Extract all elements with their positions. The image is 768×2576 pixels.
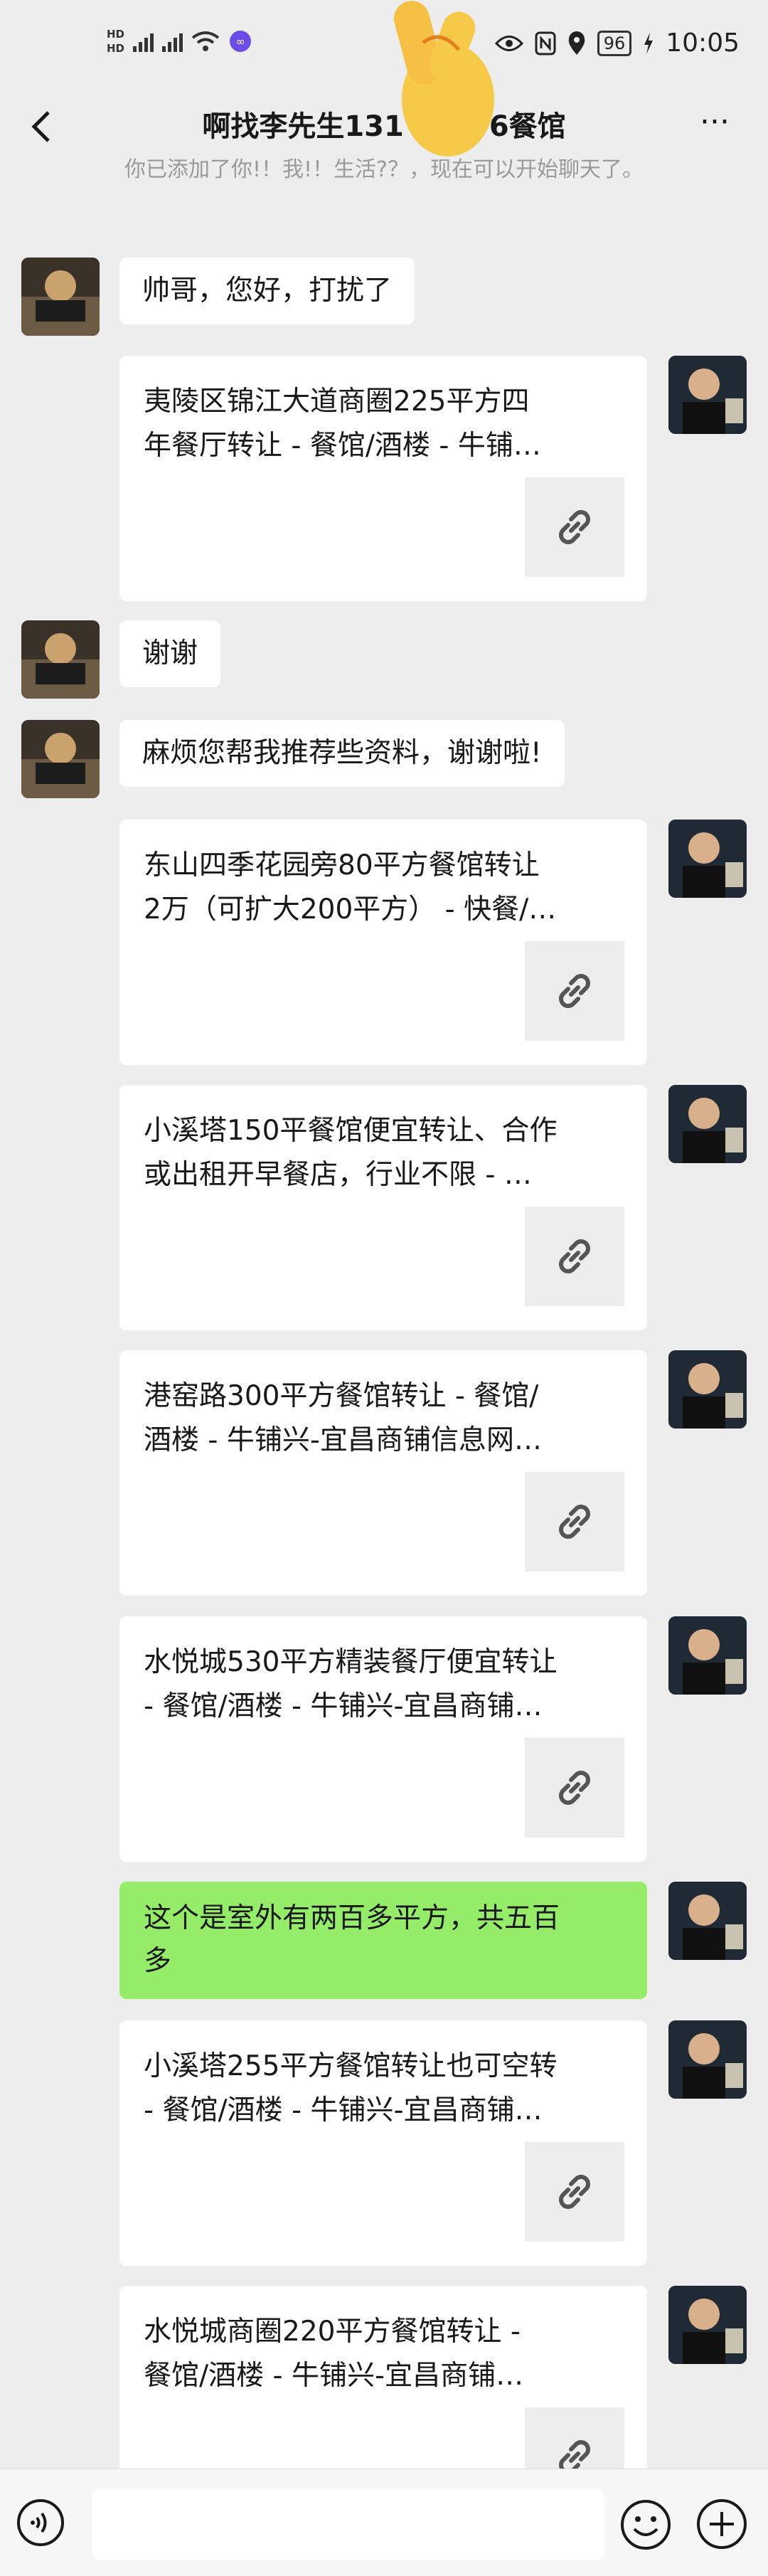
contact-avatar[interactable] — [21, 720, 100, 798]
system-tip: 你已添加了你!！我!！生活?？，现在可以开始聊天了。 — [124, 157, 644, 182]
system-indicators: 96 10:05 — [494, 28, 740, 58]
input-bar — [0, 2469, 768, 2576]
link-card[interactable]: 港窑路300平方餐馆转让 - 餐馆/酒楼 - 牛铺兴-宜昌商铺信息网… — [119, 1350, 647, 1596]
wifi-icon — [191, 31, 220, 51]
my-avatar[interactable] — [668, 1882, 747, 1960]
link-icon — [525, 2142, 624, 2242]
hd-badge: HD — [107, 42, 125, 55]
battery-level: 96 — [597, 30, 632, 56]
more-icon[interactable]: ··· — [690, 105, 740, 148]
link-card[interactable]: 小溪塔255平方餐馆转让也可空转 - 餐馆/酒楼 - 牛铺兴-宜昌商铺… — [119, 2020, 647, 2266]
signal-icon — [162, 31, 183, 52]
signal-icon — [133, 31, 154, 52]
charging-icon — [644, 32, 654, 54]
hd-badges: HD HD — [107, 27, 124, 55]
emoji-icon[interactable] — [619, 2498, 673, 2552]
my-avatar[interactable] — [668, 2020, 747, 2099]
contact-avatar[interactable] — [21, 620, 100, 699]
my-avatar[interactable] — [668, 1350, 747, 1429]
link-card[interactable]: 夷陵区锦江大道商圈225平方四 年餐厅转让 - 餐馆/酒楼 - 牛铺… — [119, 356, 647, 601]
my-avatar[interactable] — [668, 2286, 747, 2364]
message-bubble[interactable]: 谢谢 — [119, 620, 221, 687]
message-input[interactable] — [92, 2489, 604, 2560]
link-icon — [525, 477, 624, 577]
sent-message-line: 多 — [144, 1945, 172, 1977]
network-indicators: HD HD ∞ — [107, 27, 252, 55]
link-card-title: 东山四季花园旁80平方餐馆转让 2万（可扩大200平方） - 快餐/… — [144, 849, 557, 926]
link-card[interactable]: 水悦城530平方精装餐厅便宜转让 - 餐馆/酒楼 - 牛铺兴-宜昌商铺… — [119, 1616, 647, 1862]
link-icon — [525, 1472, 624, 1571]
sent-message-line: 这个是室外有两百多平方，共五百 — [144, 1902, 560, 1934]
hd-badge: HD — [107, 28, 125, 41]
app-notification-icon: ∞ — [230, 31, 252, 52]
link-card-title: 水悦城商圈220平方餐馆转让 - 餐馆/酒楼 - 牛铺兴-宜昌商铺… — [144, 2316, 524, 2392]
link-icon — [525, 941, 624, 1041]
message-bubble[interactable]: 麻烦您帮我推荐些资料，谢谢啦! — [119, 720, 565, 787]
message-bubble[interactable]: 帅哥，您好，打扰了 — [119, 258, 415, 324]
contact-avatar[interactable] — [21, 258, 100, 336]
link-card-title: 港窑路300平方餐馆转让 - 餐馆/酒楼 - 牛铺兴-宜昌商铺信息网… — [144, 1380, 542, 1456]
chat-title-text: 啊找李先生131 — [202, 110, 404, 143]
link-card[interactable]: 东山四季花园旁80平方餐馆转让 2万（可扩大200平方） - 快餐/… — [119, 820, 647, 1065]
link-card-title: 小溪塔255平方餐馆转让也可空转 - 餐馆/酒楼 - 牛铺兴-宜昌商铺… — [144, 2050, 558, 2126]
voice-icon[interactable] — [16, 2498, 65, 2548]
svg-text:∞: ∞ — [235, 35, 245, 48]
link-card[interactable]: 小溪塔150平餐馆便宜转让、合作 或出租开早餐店，行业不限 - … — [119, 1085, 647, 1330]
link-icon — [525, 1738, 624, 1838]
nfc-icon — [535, 31, 556, 55]
sent-message-bubble[interactable]: 这个是室外有两百多平方，共五百 多 — [119, 1882, 647, 1999]
my-avatar[interactable] — [668, 1616, 747, 1695]
link-card-title: 水悦城530平方精装餐厅便宜转让 - 餐馆/酒楼 - 牛铺兴-宜昌商铺… — [144, 1646, 558, 1722]
hand-heart-emoji-overlay — [393, 1, 494, 157]
clock: 10:05 — [666, 28, 740, 58]
my-avatar[interactable] — [668, 1085, 747, 1163]
my-avatar[interactable] — [668, 356, 747, 434]
link-card-title: 小溪塔150平餐馆便宜转让、合作 或出租开早餐店，行业不限 - … — [144, 1115, 558, 1191]
plus-icon[interactable] — [695, 2498, 748, 2550]
location-icon — [568, 31, 585, 55]
link-card-title: 夷陵区锦江大道商圈225平方四 年餐厅转让 - 餐馆/酒楼 - 牛铺… — [144, 386, 541, 462]
link-icon — [525, 1207, 624, 1306]
my-avatar[interactable] — [668, 820, 747, 898]
